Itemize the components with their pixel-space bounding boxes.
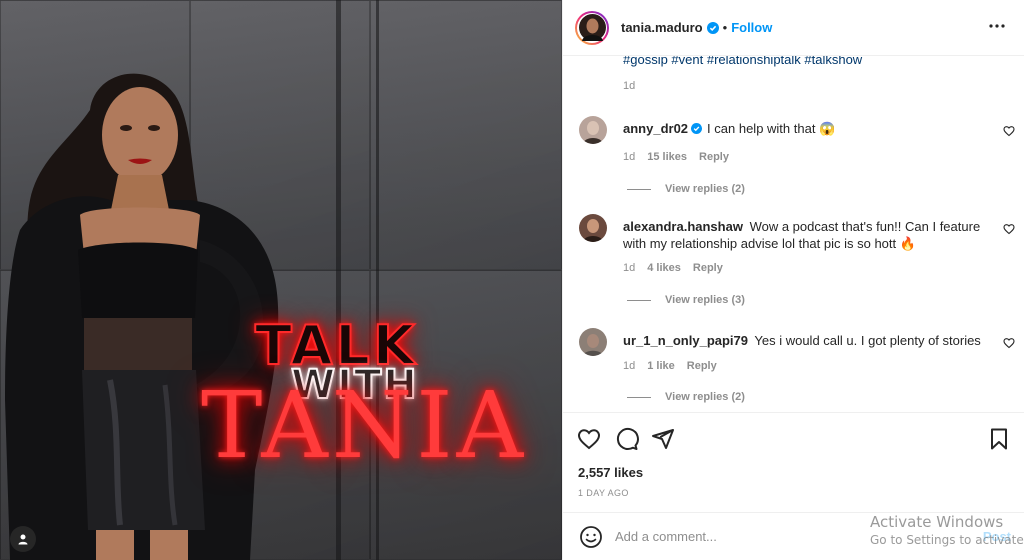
view-replies-button[interactable]: View replies (2) xyxy=(627,391,745,403)
commenter-avatar[interactable] xyxy=(579,116,607,144)
top-shape xyxy=(78,242,198,318)
heart-icon xyxy=(1003,338,1015,349)
eye-shape xyxy=(148,125,160,131)
user-tag-button[interactable] xyxy=(10,526,36,552)
post-header: tania.maduro • Follow xyxy=(563,0,1024,56)
author-avatar[interactable] xyxy=(575,10,609,45)
comment-body: alexandra.hanshaw Wow a podcast that's f… xyxy=(623,218,983,252)
comment-button[interactable] xyxy=(615,427,639,451)
heart-icon xyxy=(1003,224,1015,235)
comment-body: ur_1_n_only_papi79 Yes i would call u. I… xyxy=(623,332,983,349)
post-date: 1 DAY AGO xyxy=(578,488,629,498)
bookmark-icon xyxy=(991,428,1007,450)
reply-button[interactable]: Reply xyxy=(699,151,729,163)
comment-text: Yes i would call u. I got plenty of stor… xyxy=(754,333,981,348)
share-button[interactable] xyxy=(651,427,675,451)
view-replies-button[interactable]: View replies (2) xyxy=(627,183,745,195)
more-options-icon xyxy=(989,24,1005,28)
reply-button[interactable]: Reply xyxy=(687,360,717,372)
likes-count[interactable]: 2,557 likes xyxy=(578,465,643,480)
verified-badge-icon xyxy=(691,123,703,134)
verified-badge-icon xyxy=(706,21,719,34)
post-comment-button[interactable]: Post xyxy=(983,529,1011,544)
comment-likes[interactable]: 1 like xyxy=(647,360,675,372)
post-side-pane: tania.maduro • Follow #gossip #vent #rel… xyxy=(562,0,1024,560)
more-options-button[interactable] xyxy=(987,16,1007,36)
avatar-image xyxy=(578,14,606,41)
comment-username[interactable]: ur_1_n_only_papi79 xyxy=(623,333,748,348)
like-button[interactable] xyxy=(577,427,601,451)
comment-username[interactable]: anny_dr02 xyxy=(623,121,688,136)
reply-button[interactable]: Reply xyxy=(693,262,723,274)
comment-like-button[interactable] xyxy=(1003,124,1017,138)
caption-hashtags[interactable]: #gossip #vent #relationshiptalk #talksho… xyxy=(623,56,862,67)
talk-with-tania-graphic: TALK WITH TANIA xyxy=(195,312,555,479)
avatar-image xyxy=(579,116,607,144)
lace-shape xyxy=(84,318,192,370)
post-media[interactable]: TALK WITH TANIA xyxy=(0,0,562,560)
comment-icon xyxy=(616,427,639,450)
comment-username[interactable]: alexandra.hanshaw xyxy=(623,219,743,234)
heart-icon xyxy=(1003,126,1015,137)
caption-timestamp: 1d xyxy=(623,80,636,92)
comment-time: 1d xyxy=(623,262,636,274)
avatar-image xyxy=(579,214,607,242)
commenter-avatar[interactable] xyxy=(579,214,607,242)
replies-divider xyxy=(627,299,651,301)
skirt-shape xyxy=(82,370,205,530)
post-actions: 2,557 likes 1 DAY AGO xyxy=(563,412,1024,512)
comment-like-button[interactable] xyxy=(1003,336,1017,350)
commenter-avatar[interactable] xyxy=(579,328,607,356)
heart-icon xyxy=(577,429,601,450)
avatar-image xyxy=(579,328,607,356)
comment-meta: 1d 15 likes Reply xyxy=(623,151,729,163)
comments-list[interactable]: #gossip #vent #relationshiptalk #talksho… xyxy=(563,56,1024,412)
share-icon xyxy=(652,429,674,449)
follow-button[interactable]: Follow xyxy=(731,20,772,35)
replies-divider xyxy=(627,396,651,398)
view-replies-button[interactable]: View replies (3) xyxy=(627,294,745,306)
view-replies-label: View replies (2) xyxy=(665,391,745,403)
comment-likes[interactable]: 15 likes xyxy=(647,151,687,163)
comment-likes[interactable]: 4 likes xyxy=(647,262,681,274)
comment-time: 1d xyxy=(623,151,636,163)
face-shape xyxy=(102,87,178,183)
user-tag-icon xyxy=(18,534,28,545)
view-replies-label: View replies (3) xyxy=(665,294,745,306)
emoji-icon xyxy=(580,525,602,548)
comment-meta: 1d 4 likes Reply xyxy=(623,262,723,274)
comment-text: I can help with that 😱 xyxy=(707,121,836,136)
comment-meta: 1d 1 like Reply xyxy=(623,360,717,372)
eye-shape xyxy=(120,125,132,131)
author-username[interactable]: tania.maduro xyxy=(621,20,703,35)
save-button[interactable] xyxy=(987,427,1011,451)
header-separator: • xyxy=(722,20,728,35)
comment-time: 1d xyxy=(623,360,636,372)
leg-shape xyxy=(150,530,188,560)
add-comment-bar: Post xyxy=(563,512,1024,560)
emoji-button[interactable] xyxy=(579,525,603,549)
comment-body: anny_dr02 I can help with that 😱 xyxy=(623,120,983,137)
graphic-line-tania: TANIA xyxy=(201,372,528,479)
comment-input[interactable] xyxy=(615,529,915,544)
replies-divider xyxy=(627,188,651,190)
comment-like-button[interactable] xyxy=(1003,222,1017,236)
leg-shape xyxy=(96,530,134,560)
view-replies-label: View replies (2) xyxy=(665,183,745,195)
